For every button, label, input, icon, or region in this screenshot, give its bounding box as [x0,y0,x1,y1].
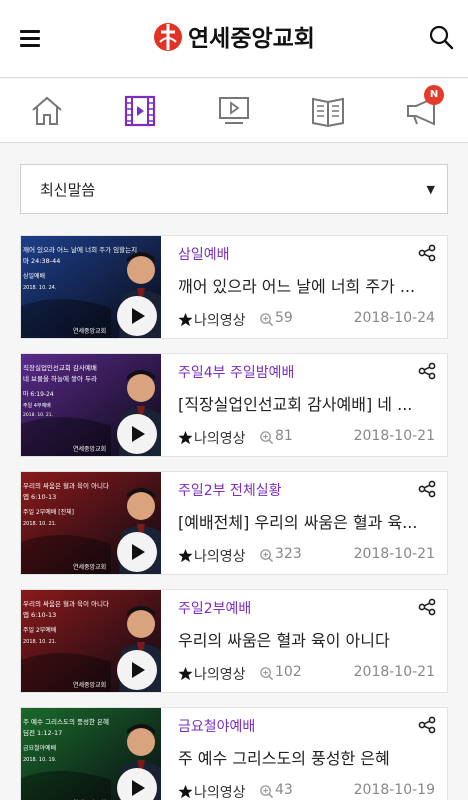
my-video-label[interactable]: 나의영상 [194,664,246,684]
thumbnail-text: 2018. 10. 19. [23,757,57,763]
play-button[interactable] [117,414,157,454]
share-icon[interactable] [418,598,436,616]
star-icon[interactable] [178,784,193,799]
views-icon [260,431,274,445]
view-count: 59 [275,310,293,326]
thumbnail-text: 2018. 10. 21. [23,412,53,418]
my-video-label[interactable]: 나의영상 [194,546,246,566]
sermon-category[interactable]: 주일2부예배 [178,598,251,618]
thumbnail-text: 2018. 10. 24. [23,285,57,291]
thumbnail-text: 주일 4부예배 [23,402,51,409]
church-logo-mark-icon [154,23,182,51]
sermon-filter-value: 최신말씀 [40,181,96,199]
sermon-category[interactable]: 주일2부 전체실황 [178,480,282,500]
sermon-title[interactable]: [직장실업인선교회 감사예배] 네 ... [178,391,440,415]
sermon-card[interactable]: 주 예수 그리스도의 풍성한 은혜 딤전 1:12-17 금요철야예배 2018. 1… [20,707,448,800]
sermon-date: 2018-10-24 [353,310,435,326]
thumbnail-text: 마 24:38-44 [23,256,60,265]
thumbnail-text: 깨어 있으라 어느 날에 너희 주가 임할는지 [23,245,137,254]
sermon-card[interactable]: 우리의 싸움은 혈과 육이 아니다 엡 6:10-13 주일 2부예배 2018. 1… [20,589,448,693]
sermon-card[interactable]: 깨어 있으라 어느 날에 너희 주가 임할는지마 24:38-44 삼일예배 201… [20,235,448,339]
church-logo[interactable]: 연세중앙교회 [152,18,315,54]
thumbnail-text: 딤전 1:12-17 [23,728,62,737]
thumbnail-text: 주일 2부예배 [전체] [23,508,74,516]
sermon-filter-select[interactable]: 최신말씀 ▼ [20,164,448,214]
thumbnail-church-name: 연세중앙교회 [73,681,106,689]
thumbnail-text: 금요철야예배 [23,744,56,752]
sermon-title[interactable]: 우리의 싸움은 혈과 육이 아니다 [178,627,440,651]
share-icon[interactable] [418,244,436,262]
category-tab-bar [0,79,468,143]
thumbnail-text: 우리의 싸움은 혈과 육이 아니다 [23,599,109,608]
thumbnail-text: 마 6:19-24 [23,390,54,398]
sermon-thumbnail[interactable]: 우리의 싸움은 혈과 육이 아니다엡 6:10-13 주일 2부예배 2018. 1… [21,590,161,692]
view-count: 43 [275,782,293,798]
thumbnail-text: 삼일예배 [23,272,45,280]
church-logo-text: 연세중앙교회 [188,26,315,52]
thumbnail-church-name: 연세중앙교회 [73,563,106,571]
sermon-thumbnail[interactable]: 주 예수 그리스도의 풍성한 은혜딤전 1:12-17 금요철야예배 2018. 1… [21,708,161,800]
dropdown-arrow-icon: ▼ [426,183,435,196]
star-icon[interactable] [178,666,193,681]
app-header: 연세중앙교회 [0,0,468,78]
play-button[interactable] [117,296,157,336]
views-icon [260,549,274,563]
view-count: 323 [275,546,302,562]
film-icon[interactable] [122,93,158,129]
star-icon[interactable] [178,312,193,327]
sermon-date: 2018-10-21 [353,546,435,562]
thumbnail-text: 2018. 10. 21. [23,521,57,527]
thumbnail-text: 우리의 싸움은 혈과 육이 아니다 [23,481,109,490]
thumbnail-text: 주 예수 그리스도의 풍성한 은혜 [23,717,109,726]
star-icon[interactable] [178,430,193,445]
sermon-card[interactable]: 직장실업인선교회 감사예배네 보물을 하늘에 쌓아 두라마 6:19-24 주일 … [20,353,448,457]
star-icon[interactable] [178,548,193,563]
home-icon[interactable] [29,93,65,129]
thumbnail-text: 엡 6:10-13 [23,493,56,501]
sermon-title[interactable]: 주 예수 그리스도의 풍성한 은혜 [178,745,440,769]
sermon-date: 2018-10-21 [353,428,435,444]
sermon-thumbnail[interactable]: 깨어 있으라 어느 날에 너희 주가 임할는지마 24:38-44 삼일예배 201… [21,236,161,338]
play-button[interactable] [117,650,157,690]
sermon-category[interactable]: 금요철야예배 [178,716,255,736]
thumbnail-church-name: 연세중앙교회 [73,327,106,335]
my-video-label[interactable]: 나의영상 [194,428,246,448]
sermon-date: 2018-10-21 [353,664,435,680]
hamburger-menu-icon[interactable] [20,30,40,47]
new-notification-badge: N [424,85,444,105]
views-icon [260,667,274,681]
sermon-thumbnail[interactable]: 우리의 싸움은 혈과 육이 아니다엡 6:10-13 주일 2부예배 [전체] 20… [21,472,161,574]
open-book-icon[interactable] [310,93,346,129]
my-video-label[interactable]: 나의영상 [194,782,246,800]
view-count: 102 [275,664,302,680]
sermon-thumbnail[interactable]: 직장실업인선교회 감사예배네 보물을 하늘에 쌓아 두라마 6:19-24 주일 … [21,354,161,456]
play-button[interactable] [117,532,157,572]
views-icon [260,785,274,799]
sermon-category[interactable]: 주일4부 주일밤예배 [178,362,294,382]
share-icon[interactable] [418,480,436,498]
share-icon[interactable] [418,716,436,734]
play-button[interactable] [117,768,157,800]
sermon-title[interactable]: [예배전체] 우리의 싸움은 혈과 육... [178,509,440,533]
search-icon[interactable] [428,24,454,50]
sermon-title[interactable]: 깨어 있으라 어느 날에 너희 주가 ... [178,273,440,297]
my-video-label[interactable]: 나의영상 [194,310,246,330]
thumbnail-text: 2018. 10. 21. [23,639,57,645]
thumbnail-text: 주일 2부예배 [23,626,56,634]
thumbnail-text: 네 보물을 하늘에 쌓아 두라 [23,374,97,383]
monitor-play-icon[interactable] [216,93,252,129]
view-count: 81 [275,428,293,444]
thumbnail-church-name: 연세중앙교회 [73,445,106,453]
share-icon[interactable] [418,362,436,380]
thumbnail-text: 직장실업인선교회 감사예배 [23,363,97,372]
views-icon [260,313,274,327]
thumbnail-text: 엡 6:10-13 [23,611,56,619]
sermon-date: 2018-10-19 [353,782,435,798]
sermon-card[interactable]: 우리의 싸움은 혈과 육이 아니다엡 6:10-13 주일 2부예배 [전체] 20… [20,471,448,575]
sermon-category[interactable]: 삼일예배 [178,244,230,264]
